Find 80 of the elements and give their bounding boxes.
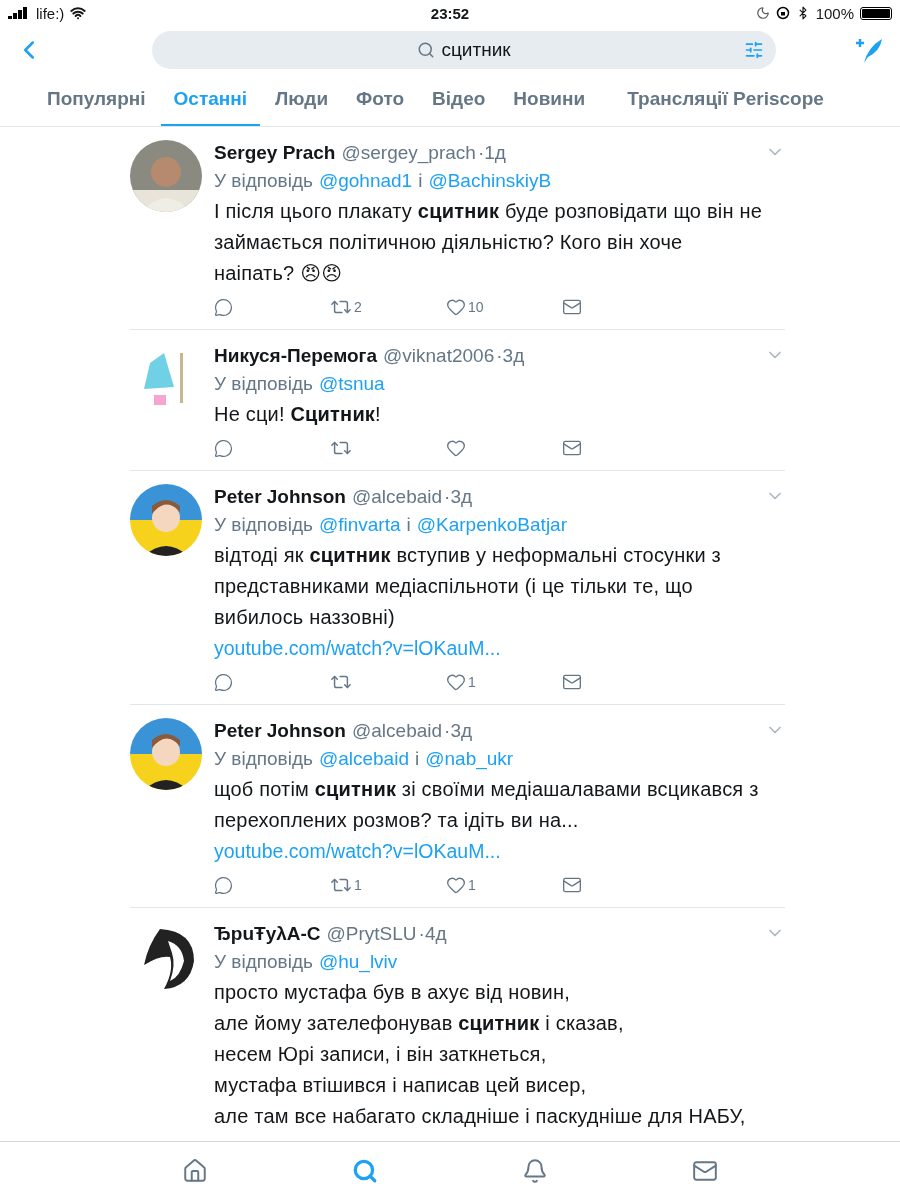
retweet-count: 1 [354,877,362,893]
link[interactable]: youtube.com/watch?v=lOKauM... [214,633,501,664]
mail-icon[interactable] [562,875,582,895]
tweet-text: щоб потім сцитник зі своїми медіашалавами всцикався з перехоплених розмов? та ідіть ви на... [214,777,760,833]
reply-label: У відповідь [214,169,313,193]
tab[interactable]: Трансляції Periscope [614,74,837,126]
mention-link[interactable]: @alcebaid [318,744,409,774]
filter-button[interactable] [744,40,764,60]
tab[interactable]: Останні [160,74,261,126]
tab[interactable]: Новини [500,74,599,126]
like-count: 1 [468,674,476,690]
bell-icon[interactable] [522,1158,548,1184]
reply-icon[interactable] [214,438,233,458]
heart-icon[interactable] [446,438,466,458]
home-icon[interactable] [182,1158,208,1184]
carrier-name: life:) [36,4,65,22]
tweet-text: просто мустафа був в ахує від новин, але йому зателефонував сцитник і сказав, несем Юрі записи, і він заткнеться, мустафа втішився і написав цей висер, але там все набагато складніше і паскудніше для НАБУ, [214,980,747,1129]
like-count: 1 [468,877,476,893]
wifi-icon [70,5,87,21]
avatar[interactable] [130,484,202,556]
reply-icon[interactable] [214,672,233,692]
retweet-count: 2 [354,299,362,315]
mention-link[interactable]: @hu_lviv [318,947,398,977]
battery-icon [860,6,892,20]
tab[interactable]: Відео [419,74,499,126]
mail-icon[interactable] [562,297,582,317]
battery-percent: 100% [815,4,854,22]
reply-label: У відповідь [214,747,313,771]
search-query: сцитник [441,39,511,61]
user-name: Peter Johnson [214,485,346,509]
user-handle: @PrytSLU [326,922,417,946]
tab[interactable]: Популярні [34,74,159,126]
mention-link[interactable]: @finvarta [318,510,401,540]
tweet-text: Не сци! Сцитник! [214,402,382,427]
mention-link[interactable]: @KarpenkoBatjar [416,510,567,540]
link[interactable]: youtube.com/watch?v=lOKauM... [214,836,501,867]
avatar[interactable] [130,718,202,790]
reply-icon[interactable] [214,875,233,895]
signal-icon [8,7,30,19]
search-icon [417,41,436,59]
user-name: Sergey Prach [214,141,336,165]
clock: 23:52 [430,4,470,22]
moon-icon [755,6,770,20]
mail-icon[interactable] [562,672,582,692]
mention-link[interactable]: @tsnua [318,369,385,399]
rotation-lock-icon [775,6,790,20]
heart-icon[interactable] [446,875,466,895]
tweet-age: ·4д [418,922,447,946]
reply-label: У відповідь [214,372,313,396]
reply-label: і [415,747,420,771]
user-name: Peter Johnson [214,719,346,743]
reply-label: і [418,169,423,193]
user-name: Никуся-Перемога [214,344,378,368]
user-handle: @alcebaid [352,485,443,509]
heart-icon[interactable] [446,672,466,692]
tweet-age: ·1д [477,141,506,165]
reply-label: У відповідь [214,513,313,537]
reply-icon[interactable] [214,297,233,317]
tweet-text: відтоді як сцитник вступив у неформальні стосунки з представниками медіаспільноти (і це тільки те, що вибилось наззовні) [214,543,722,630]
user-handle: @alcebaid [352,719,443,743]
search-icon[interactable] [352,1158,378,1184]
tweet-age: ·3д [444,719,473,743]
tab[interactable]: Люди [262,74,342,126]
tab[interactable]: Фото [343,74,418,126]
reply-label: У відповідь [214,950,313,974]
mention-link[interactable]: @BachinskiyB [428,166,552,196]
mail-icon[interactable] [562,438,582,458]
heart-icon[interactable] [446,297,466,317]
tweet-age: ·3д [444,485,473,509]
like-count: 10 [468,299,484,315]
mail-icon[interactable] [692,1158,718,1184]
tweet-text: І після цього плакату сцитник буде розповідати що він не займається політичною діяльністю? Кого він хоче наіпать? 😠😠 [214,199,762,286]
search-field[interactable]: сцитник [152,31,776,69]
mention-link[interactable]: @gohnad1 [318,166,413,196]
tweet-age: ·3д [496,344,525,368]
reply-label: і [406,513,411,537]
user-handle: @sergey_prach [341,141,476,166]
mention-link[interactable]: @nab_ukr [425,744,514,774]
user-name: ЂpuŦyλA-C [214,922,321,946]
user-handle: @viknat2006 [383,344,495,368]
